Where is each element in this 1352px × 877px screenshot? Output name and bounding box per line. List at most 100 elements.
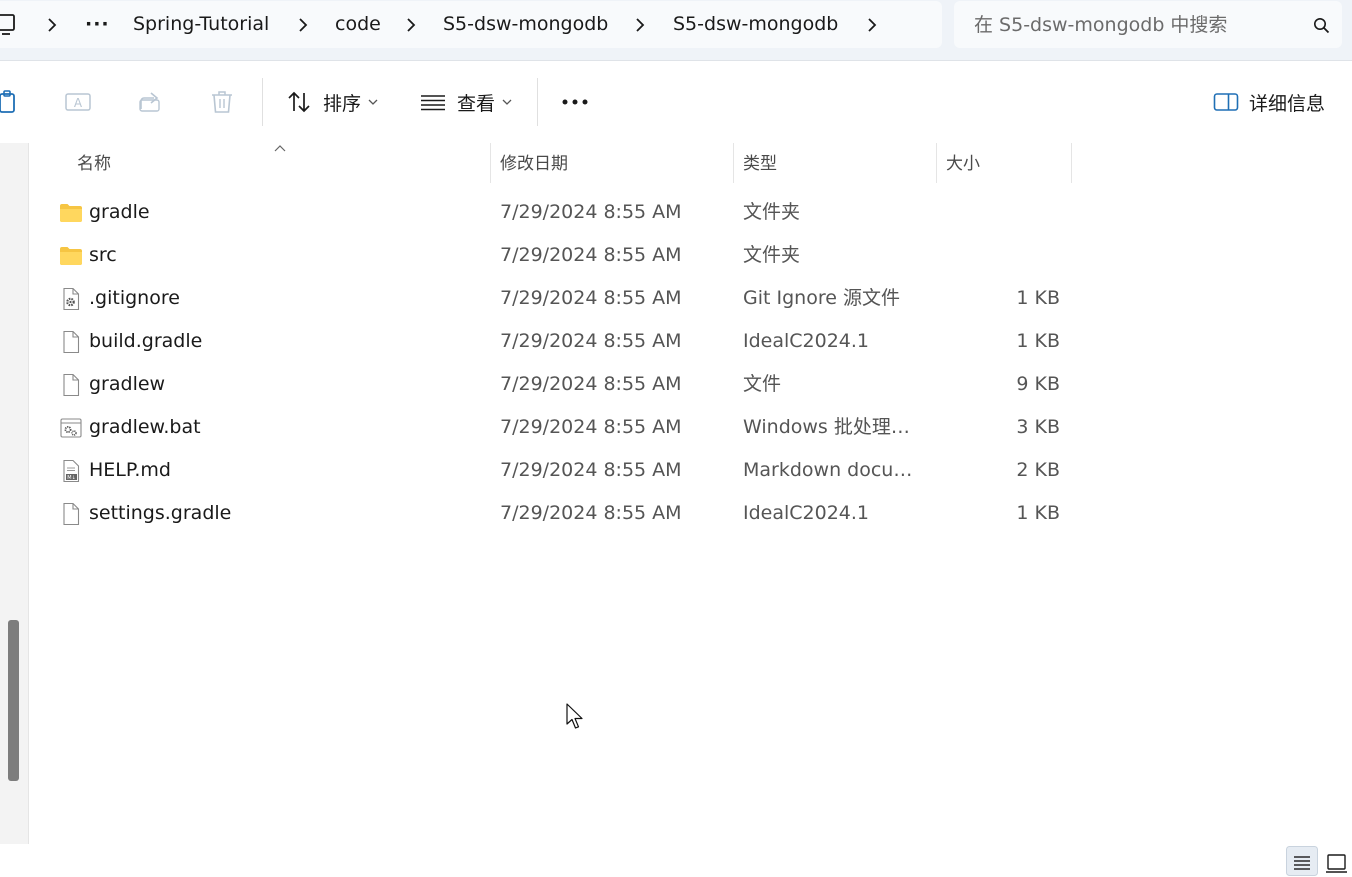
file-name: build.gradle — [89, 330, 203, 352]
file-date-modified: 7/29/2024 8:55 AM — [500, 330, 682, 352]
chevron-down-icon — [502, 99, 512, 105]
file-row[interactable]: M↓ HELP.md 7/29/2024 8:55 AM Markdown docum… — [55, 449, 1075, 492]
gear-file-icon — [63, 287, 80, 311]
breadcrumb-item-s5-dsw-mongodb-current[interactable]: S5-dsw-mongodb — [673, 1, 838, 48]
sort-button[interactable]: 排序 — [286, 83, 378, 121]
more-options-button[interactable] — [560, 83, 590, 121]
breadcrumb-item-spring-tutorial[interactable]: Spring-Tutorial — [133, 1, 269, 48]
folder-icon — [60, 204, 82, 222]
column-divider[interactable] — [733, 143, 734, 183]
details-label: 详细信息 — [1249, 92, 1326, 115]
rename-icon[interactable]: A — [65, 89, 91, 115]
file-type: IdealC2024.1 — [743, 330, 870, 352]
chevron-right-icon[interactable] — [406, 17, 416, 33]
search-box[interactable] — [954, 1, 1342, 48]
file-type: Windows 批处理文件 — [743, 416, 927, 438]
view-label: 查看 — [457, 92, 496, 115]
file-type: 文件 — [743, 373, 782, 395]
file-name: src — [89, 244, 117, 266]
share-icon[interactable] — [137, 89, 163, 115]
sort-icon — [288, 91, 310, 113]
file-date-modified: 7/29/2024 8:55 AM — [500, 373, 682, 395]
column-header-date[interactable]: 修改日期 — [500, 143, 725, 183]
column-header-size[interactable]: 大小 — [946, 143, 1066, 183]
file-type: 文件夹 — [743, 201, 801, 223]
chevron-right-icon[interactable] — [867, 17, 877, 33]
view-icon — [421, 95, 445, 111]
delete-icon[interactable] — [209, 89, 235, 115]
file-row[interactable]: build.gradle 7/29/2024 8:55 AM IdealC2024.… — [55, 320, 1075, 363]
file-icon — [63, 330, 80, 354]
svg-text:A: A — [74, 96, 83, 110]
address-bar-area: ··· Spring-Tutorial code S5-dsw-mongodb … — [0, 0, 1352, 60]
file-type: IdealC2024.1 — [743, 502, 870, 524]
chevron-right-icon[interactable] — [47, 17, 57, 33]
file-date-modified: 7/29/2024 8:55 AM — [500, 416, 682, 438]
file-type: Git Ignore 源文件 — [743, 287, 900, 309]
view-button[interactable]: 查看 — [420, 83, 512, 121]
column-divider[interactable] — [490, 143, 491, 183]
mouse-cursor-icon — [566, 703, 583, 729]
file-name: settings.gradle — [89, 502, 232, 524]
markdown-file-icon: M↓ — [63, 459, 80, 483]
file-size: 3 KB — [1016, 416, 1060, 438]
command-bar: A 排序 查看 详细信息 — [0, 60, 1352, 144]
chevron-right-icon[interactable] — [635, 17, 645, 33]
sort-ascending-icon — [274, 145, 286, 152]
folder-icon — [60, 247, 82, 265]
breadcrumb[interactable]: ··· Spring-Tutorial code S5-dsw-mongodb … — [0, 1, 942, 48]
file-size: 1 KB — [1016, 330, 1060, 352]
toolbar-separator — [537, 78, 538, 126]
file-size: 1 KB — [1016, 502, 1060, 524]
file-name: HELP.md — [89, 459, 171, 481]
file-name: .gitignore — [89, 287, 180, 309]
navigation-pane[interactable] — [0, 143, 29, 844]
file-icon — [63, 502, 80, 526]
file-row[interactable]: src 7/29/2024 8:55 AM 文件夹 — [55, 234, 1075, 277]
file-size: 1 KB — [1016, 287, 1060, 309]
file-size — [945, 191, 1060, 234]
file-row[interactable]: gradlew 7/29/2024 8:55 AM 文件 9 KB — [55, 363, 1075, 406]
large-icons-view-icon[interactable] — [1320, 846, 1352, 876]
file-row[interactable]: gradle 7/29/2024 8:55 AM 文件夹 — [55, 191, 1075, 234]
file-type: Markdown docume... — [743, 459, 927, 481]
toolbar-separator — [262, 78, 263, 126]
file-date-modified: 7/29/2024 8:55 AM — [500, 502, 682, 524]
file-name: gradlew.bat — [89, 416, 201, 438]
search-input[interactable] — [974, 1, 1294, 48]
chevron-down-icon — [368, 99, 378, 105]
file-date-modified: 7/29/2024 8:55 AM — [500, 201, 682, 223]
file-icon — [63, 373, 80, 397]
column-divider[interactable] — [936, 143, 937, 183]
file-date-modified: 7/29/2024 8:55 AM — [500, 459, 682, 481]
file-row[interactable]: gradlew.bat 7/29/2024 8:55 AM Windows 批处理文… — [55, 406, 1075, 449]
file-size — [945, 234, 1060, 277]
file-size: 9 KB — [1016, 373, 1060, 395]
file-row[interactable]: settings.gradle 7/29/2024 8:55 AM IdealC20… — [55, 492, 1075, 535]
search-icon[interactable] — [1313, 17, 1330, 34]
details-pane-icon — [1213, 93, 1239, 111]
file-date-modified: 7/29/2024 8:55 AM — [500, 287, 682, 309]
column-divider[interactable] — [1071, 143, 1072, 183]
copy-icon[interactable] — [0, 89, 20, 115]
breadcrumb-item-code[interactable]: code — [335, 1, 381, 48]
batch-file-icon — [60, 418, 82, 438]
file-name: gradlew — [89, 373, 166, 395]
column-header-type[interactable]: 类型 — [743, 143, 928, 183]
file-name: gradle — [89, 201, 150, 223]
status-bar — [0, 844, 1352, 877]
breadcrumb-overflow[interactable]: ··· — [85, 1, 110, 48]
file-row[interactable]: .gitignore 7/29/2024 8:55 AM Git Ignore 源文… — [55, 277, 1075, 320]
sort-label: 排序 — [323, 92, 362, 115]
navigation-scrollbar-thumb[interactable] — [8, 620, 19, 781]
svg-text:M↓: M↓ — [67, 475, 76, 481]
file-date-modified: 7/29/2024 8:55 AM — [500, 244, 682, 266]
this-pc-icon[interactable] — [0, 14, 16, 36]
details-pane-button[interactable]: 详细信息 — [1213, 83, 1325, 121]
chevron-right-icon[interactable] — [298, 17, 308, 33]
file-list-area: 名称 修改日期 类型 大小 gradle 7/29/2024 8:55 AM 文件夹… — [0, 143, 1352, 844]
breadcrumb-item-s5-dsw-mongodb[interactable]: S5-dsw-mongodb — [443, 1, 608, 48]
more-icon — [562, 99, 588, 105]
file-size: 2 KB — [1016, 459, 1060, 481]
details-view-icon[interactable] — [1286, 846, 1318, 876]
